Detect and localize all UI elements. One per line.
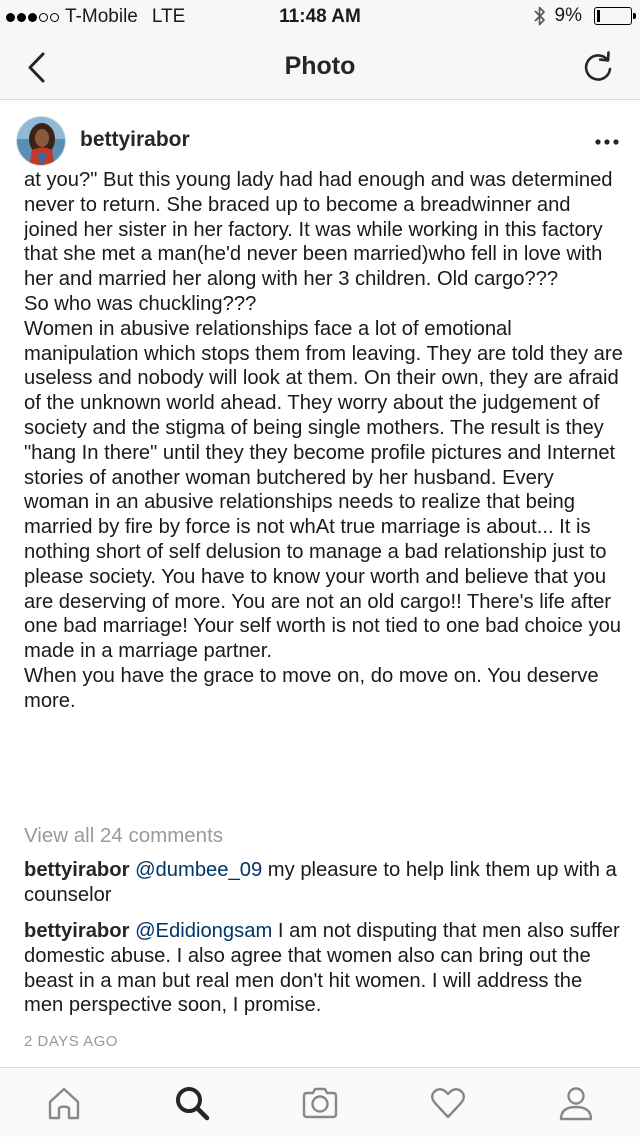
status-right: 9% [533,5,636,27]
caption-paragraph: When you have the grace to move on, do m… [24,664,599,712]
tab-search[interactable] [168,1080,216,1126]
tab-activity[interactable] [424,1080,472,1126]
avatar[interactable] [16,116,66,166]
caption-paragraph: at you?" But this young lady had had eno… [24,169,613,291]
tab-home[interactable] [40,1080,88,1126]
tab-camera[interactable] [296,1080,344,1126]
back-button[interactable] [18,48,58,88]
comment-mention[interactable]: @Edidiongsam [135,920,272,942]
battery-icon [594,7,636,25]
post-username[interactable]: bettyirabor [80,128,190,152]
status-bar: T-Mobile LTE 11:48 AM 9% [0,0,640,34]
comment: bettyirabor @Edidiongsam I am not disput… [24,919,624,1018]
view-all-comments-link[interactable]: View all 24 comments [24,824,223,848]
page-title: Photo [284,52,356,80]
post-caption: at you?" But this young lady had had eno… [24,168,624,820]
bluetooth-icon [533,6,545,26]
caption-paragraph: So who was chuckling??? [24,292,257,315]
caption-paragraph: Women in abusive relationships face a lo… [24,317,623,663]
tab-profile[interactable] [552,1080,600,1126]
comment-mention[interactable]: @dumbee_09 [135,859,262,881]
comment: bettyirabor @dumbee_09 my pleasure to he… [24,858,624,908]
more-options-button[interactable] [592,132,622,152]
avatar-photo [17,117,65,165]
refresh-button[interactable] [578,48,618,88]
chevron-left-icon [28,52,45,83]
post-timestamp: 2 DAYS AGO [24,1033,118,1050]
camera-icon [302,1087,338,1119]
home-icon [48,1087,80,1120]
battery-percent: 9% [554,5,582,26]
battery-level [597,10,600,22]
heart-icon [431,1088,465,1119]
nav-bar: Photo [0,34,640,100]
search-icon [176,1087,210,1121]
ellipsis-icon [595,139,619,145]
comment-username[interactable]: bettyirabor [24,859,129,881]
tab-bar [0,1067,640,1137]
profile-icon [559,1087,593,1121]
refresh-icon [584,51,612,81]
comment-username[interactable]: bettyirabor [24,920,129,942]
